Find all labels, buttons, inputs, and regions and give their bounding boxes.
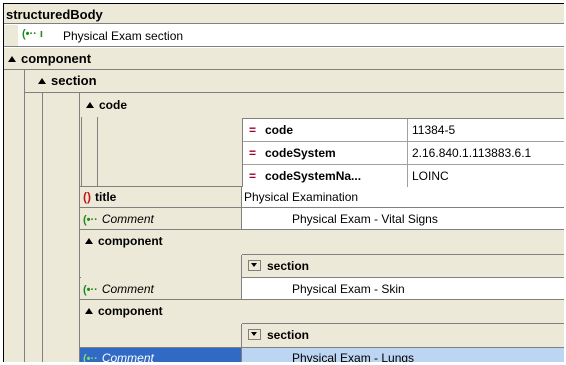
comment-lungs-node[interactable]: (•·· Comment — [80, 348, 242, 362]
comment-skin-node[interactable]: (•·· Comment — [80, 278, 242, 300]
title-value[interactable]: Physical Examination — [242, 187, 564, 208]
attr-row-codesystem[interactable]: = codeSystem — [243, 142, 408, 165]
root-comment-row[interactable]: (•·· ı Physical Exam section — [4, 25, 564, 47]
comment-lungs-text[interactable]: Physical Exam - Lungs — [242, 348, 564, 362]
xml-grid-view: structuredBody (•·· ı Physical Exam sect… — [3, 3, 564, 362]
section-gutter — [42, 93, 80, 362]
comment-icon: (•·· — [83, 214, 98, 226]
component2-gutter — [81, 255, 242, 278]
dropdown-icon[interactable] — [248, 329, 261, 340]
attribute-icon: = — [249, 169, 257, 183]
section3-node[interactable]: section — [242, 323, 564, 347]
root-comment-text: Physical Exam section — [63, 29, 184, 43]
root-element-label: structuredBody — [6, 7, 103, 22]
collapse-triangle-icon[interactable] — [86, 102, 94, 108]
attr-value-codesystem[interactable]: 2.16.840.1.113883.6.1 — [408, 142, 564, 165]
comment-icon: (•·· ı — [22, 28, 43, 40]
comment-icon: (•·· — [83, 284, 98, 296]
dropdown-icon[interactable] — [248, 260, 261, 271]
attr-value-codesystemname[interactable]: LOINC — [408, 165, 564, 188]
collapse-triangle-icon[interactable] — [85, 308, 93, 314]
collapse-triangle-icon[interactable] — [85, 238, 93, 244]
element-icon: () — [83, 190, 91, 204]
comment-skin-text[interactable]: Physical Exam - Skin — [242, 278, 564, 300]
component3-gutter — [81, 324, 242, 347]
title-node[interactable]: () title — [80, 187, 242, 208]
comment-vitals-text[interactable]: Physical Exam - Vital Signs — [242, 208, 564, 230]
root-element-row[interactable]: structuredBody — [4, 4, 564, 24]
comment-icon: (•·· — [83, 353, 98, 362]
comment-vitals-node[interactable]: (•·· Comment — [80, 208, 242, 230]
attribute-icon: = — [249, 146, 257, 160]
collapse-triangle-icon[interactable] — [38, 78, 46, 84]
section-node[interactable]: section — [38, 73, 97, 88]
attribute-table: = code 11384-5 = codeSystem 2.16.840.1.113… — [242, 118, 564, 188]
attribute-icon: = — [249, 123, 257, 137]
code-node[interactable]: code — [86, 98, 127, 112]
attr-value-code[interactable]: 11384-5 — [408, 119, 564, 142]
collapse-triangle-icon[interactable] — [8, 56, 16, 62]
indent-gutter — [4, 25, 18, 46]
attr-row-code[interactable]: = code — [243, 119, 408, 142]
section2-node[interactable]: section — [242, 254, 564, 277]
code-gutter — [81, 117, 98, 186]
component-node[interactable]: component — [8, 51, 91, 66]
attr-row-codesystemname[interactable]: = codeSystemNa... — [243, 165, 408, 188]
